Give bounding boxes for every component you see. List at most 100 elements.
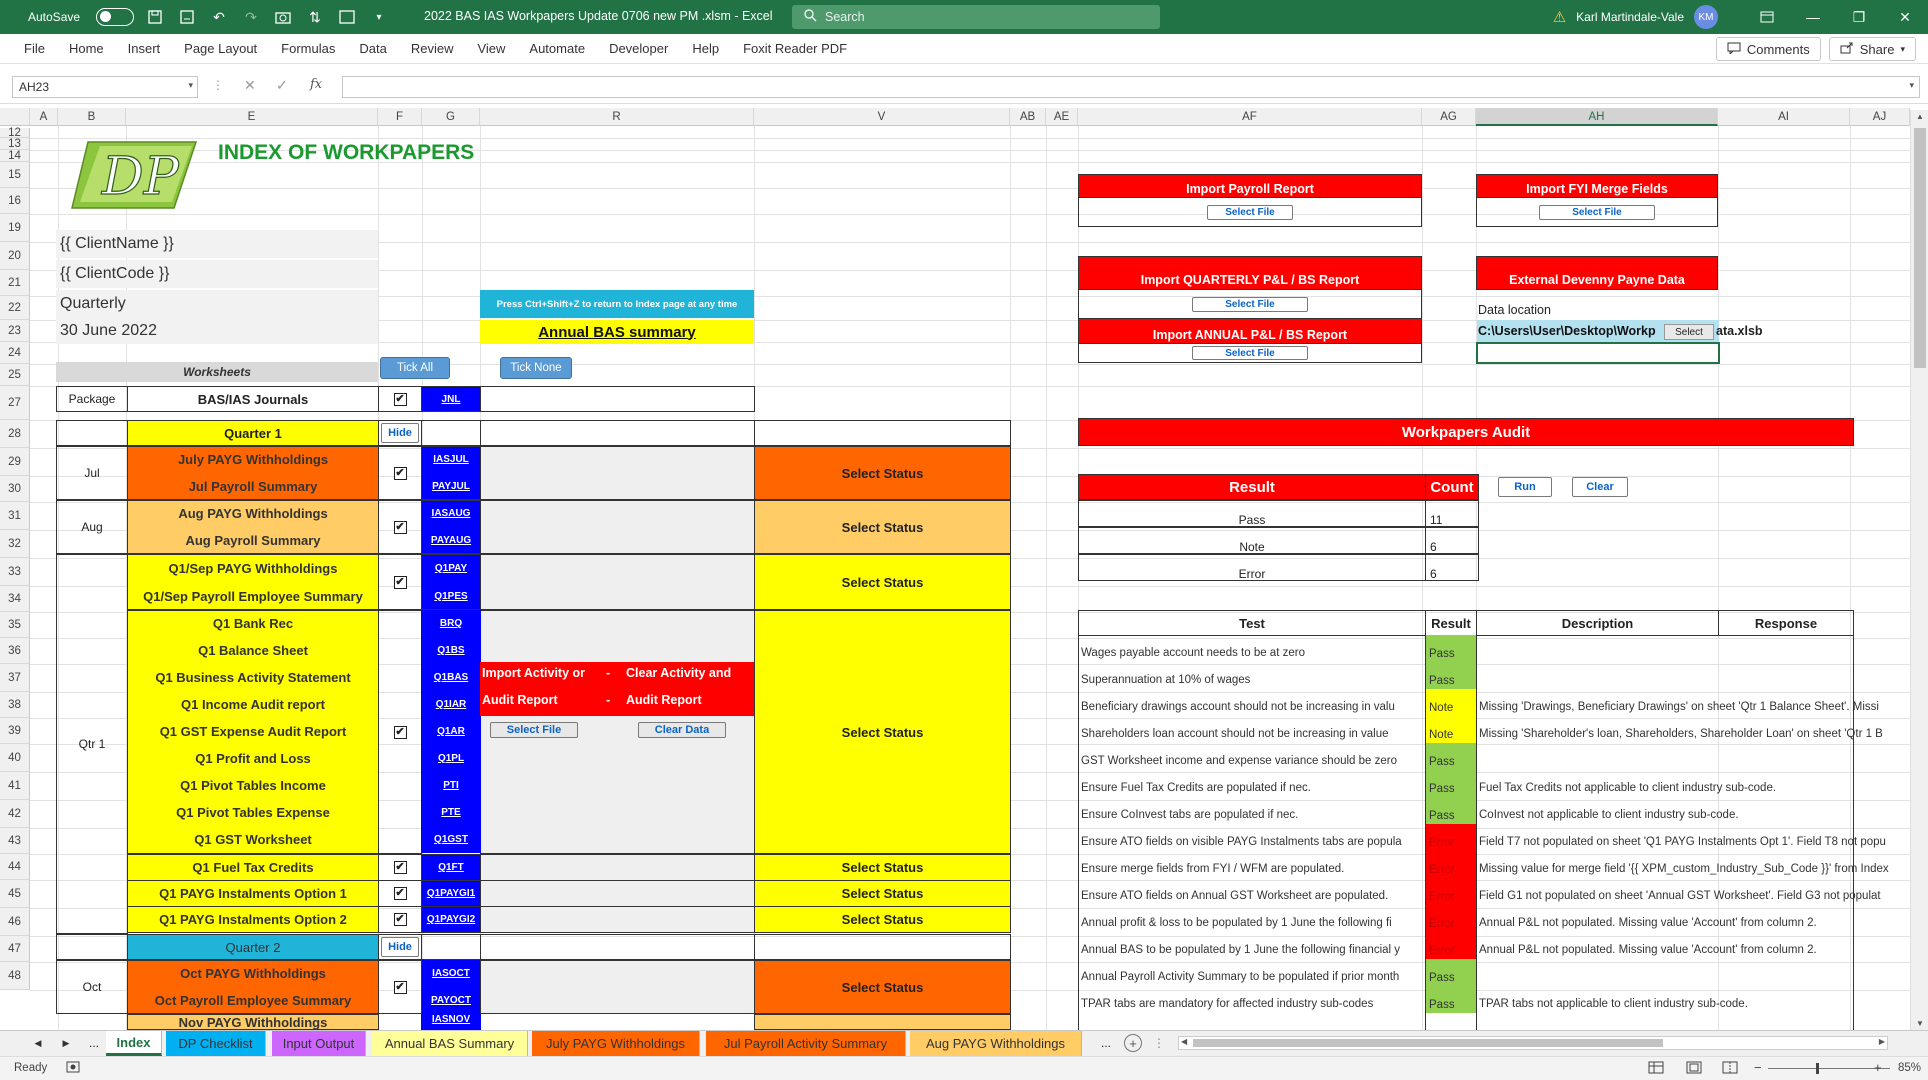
row-header[interactable]: 20 — [0, 242, 30, 270]
code-cell[interactable]: IASOCT — [421, 960, 481, 987]
save-as-icon[interactable] — [176, 6, 198, 28]
row-header[interactable]: 23 — [0, 320, 30, 342]
row-header[interactable]: 38 — [0, 692, 30, 718]
sort-icon[interactable]: ⇅ — [304, 6, 326, 28]
row-header[interactable]: 47 — [0, 936, 30, 962]
code-cell[interactable]: PTE — [421, 799, 481, 826]
customize-quick-access-icon[interactable]: ▾ — [368, 6, 390, 28]
checkbox-cell[interactable]: ✔ — [378, 500, 422, 554]
h-scroll-thumb[interactable] — [1193, 1039, 1663, 1047]
zoom-slider-handle[interactable] — [1816, 1063, 1819, 1074]
chevron-down-icon[interactable]: ▾ — [188, 80, 193, 91]
checkbox-cell[interactable]: ✔ — [378, 610, 422, 854]
tab-ellipsis-left[interactable]: ... — [84, 1035, 104, 1051]
worksheet-item[interactable]: Q1 Balance Sheet — [127, 637, 379, 664]
menu-view[interactable]: View — [465, 41, 517, 56]
checkbox-cell[interactable]: ✔ — [378, 880, 422, 907]
scroll-left-icon[interactable]: ◀ — [1181, 1037, 1187, 1046]
row-header[interactable]: 27 — [0, 386, 30, 420]
jnl-link[interactable]: JNL — [442, 394, 461, 405]
autosave-toggle[interactable] — [96, 8, 135, 26]
row-header[interactable]: 34 — [0, 586, 30, 612]
select-status-dropdown[interactable]: Select Status — [754, 610, 1011, 854]
row-header[interactable]: 41 — [0, 772, 30, 800]
menu-formulas[interactable]: Formulas — [269, 41, 347, 56]
worksheet-code-link[interactable]: IASOCT — [432, 968, 470, 979]
scroll-down-icon[interactable]: ▼ — [1916, 1019, 1924, 1028]
vertical-scrollbar[interactable]: ▲ ▼ — [1910, 110, 1928, 1030]
checkbox-cell[interactable]: ✔ — [378, 960, 422, 1014]
checkbox[interactable]: ✔ — [393, 575, 407, 589]
expand-formula-icon[interactable]: ▾ — [1909, 80, 1914, 91]
page-layout-view-icon[interactable] — [1686, 1061, 1702, 1077]
share-button[interactable]: Share ▾ — [1828, 37, 1916, 61]
worksheet-item[interactable]: Aug Payroll Summary — [127, 527, 379, 554]
row-header[interactable]: 14 — [0, 150, 30, 162]
select-status-dropdown[interactable]: Select Status — [754, 906, 1011, 933]
worksheet-code-link[interactable]: Q1IAR — [436, 699, 467, 710]
tab-ellipsis-right[interactable]: ... — [1096, 1035, 1116, 1051]
code-cell[interactable]: Q1BS — [421, 637, 481, 664]
row-header[interactable]: 37 — [0, 664, 30, 692]
column-header[interactable]: AB — [1010, 108, 1046, 126]
macro-record-icon[interactable] — [66, 1061, 80, 1076]
warning-icon[interactable]: ⚠ — [1553, 8, 1566, 26]
row-header[interactable]: 36 — [0, 638, 30, 664]
column-header[interactable]: B — [58, 108, 126, 126]
row-header[interactable]: 21 — [0, 270, 30, 296]
row-header[interactable]: 28 — [0, 420, 30, 448]
select-file-button[interactable]: Select File — [490, 722, 578, 738]
menu-home[interactable]: Home — [57, 41, 116, 56]
cancel-icon[interactable]: ✕ — [244, 77, 256, 94]
ribbon-display-icon[interactable] — [1744, 0, 1790, 34]
row-header[interactable]: 48 — [0, 962, 30, 990]
menu-file[interactable]: File — [0, 41, 57, 56]
clear-data-button[interactable]: Clear Data — [638, 722, 726, 738]
restore-icon[interactable]: ❐ — [1836, 0, 1882, 34]
code-cell[interactable]: IASNOV — [421, 1014, 481, 1030]
worksheet-code-link[interactable]: BRQ — [440, 618, 462, 629]
worksheet-item[interactable]: Q1 GST Expense Audit Report — [127, 718, 379, 745]
enter-icon[interactable]: ✓ — [276, 77, 288, 94]
worksheet-item[interactable]: Jul Payroll Summary — [127, 473, 379, 500]
run-button[interactable]: Run — [1498, 477, 1552, 497]
worksheet-item[interactable]: Q1/Sep PAYG Withholdings — [127, 554, 379, 582]
worksheet-item[interactable]: Q1 Business Activity Statement — [127, 664, 379, 691]
worksheet-item[interactable]: Q1 Fuel Tax Credits — [127, 854, 379, 881]
hide-quarter1-button[interactable]: Hide — [381, 423, 419, 443]
column-header[interactable]: AG — [1422, 108, 1476, 126]
sheet-tab[interactable]: Index — [106, 1031, 162, 1056]
client-code-field[interactable]: {{ ClientCode }} — [56, 260, 378, 288]
checkbox[interactable]: ✔ — [393, 520, 407, 534]
zoom-in-icon[interactable]: + — [1874, 1060, 1882, 1075]
column-header[interactable]: AF — [1078, 108, 1422, 126]
journals-checkbox-cell[interactable]: ✔ — [378, 386, 422, 412]
client-name-field[interactable]: {{ ClientName }} — [56, 230, 378, 258]
select-status-dropdown[interactable]: Select Status — [754, 960, 1011, 1014]
save-icon[interactable] — [144, 6, 166, 28]
menu-developer[interactable]: Developer — [597, 41, 680, 56]
form-icon[interactable] — [336, 6, 358, 28]
hide-quarter2-button[interactable]: Hide — [381, 937, 419, 957]
row-header[interactable]: 32 — [0, 530, 30, 558]
zoom-slider[interactable] — [1768, 1068, 1890, 1069]
column-header[interactable]: G — [422, 108, 480, 126]
select-button[interactable]: Select — [1664, 324, 1714, 340]
menu-help[interactable]: Help — [680, 41, 731, 56]
column-header[interactable]: AJ — [1850, 108, 1910, 126]
search-box[interactable]: Search — [792, 5, 1160, 29]
row-header[interactable]: 43 — [0, 828, 30, 854]
zoom-out-icon[interactable]: − — [1754, 1060, 1762, 1075]
worksheet-code-link[interactable]: Q1GST — [434, 834, 468, 845]
insert-function-icon[interactable]: fx — [310, 77, 322, 92]
column-header[interactable]: F — [378, 108, 422, 126]
column-header[interactable]: V — [754, 108, 1010, 126]
undo-icon[interactable]: ↶ — [208, 6, 230, 28]
menu-page-layout[interactable]: Page Layout — [172, 41, 269, 56]
select-status-dropdown[interactable]: Select Status — [754, 880, 1011, 907]
annual-bas-summary-link[interactable]: Annual BAS summary — [480, 320, 754, 344]
column-header[interactable]: R — [480, 108, 754, 126]
worksheet-item[interactable]: Q1 Pivot Tables Income — [127, 772, 379, 799]
worksheet-item[interactable]: Q1 Profit and Loss — [127, 745, 379, 772]
row-header[interactable]: 45 — [0, 880, 30, 908]
